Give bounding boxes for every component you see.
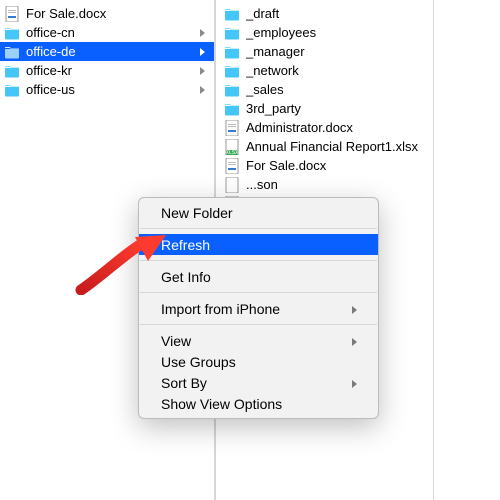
chevron-right-icon xyxy=(198,67,208,75)
docx-icon xyxy=(4,6,20,22)
menu-separator xyxy=(140,228,377,229)
menu-item-show-view-options[interactable]: Show View Options xyxy=(139,393,378,414)
list-item[interactable]: _network xyxy=(216,61,433,80)
item-label: _network xyxy=(246,63,427,78)
chevron-right-icon xyxy=(352,333,358,349)
item-label: office-us xyxy=(26,82,198,97)
menu-separator xyxy=(140,324,377,325)
item-label: 3rd_party xyxy=(246,101,427,116)
menu-label: Import from iPhone xyxy=(161,301,280,317)
item-label: Administrator.docx xyxy=(246,120,427,135)
menu-label: Get Info xyxy=(161,269,211,285)
menu-item-sort-by[interactable]: Sort By xyxy=(139,372,378,393)
folder-icon xyxy=(4,63,20,79)
docx-icon xyxy=(224,158,240,174)
svg-text:XLSX: XLSX xyxy=(226,150,239,155)
folder-icon xyxy=(4,44,20,60)
docx-icon xyxy=(224,120,240,136)
item-label: office-de xyxy=(26,44,198,59)
chevron-right-icon xyxy=(198,48,208,56)
folder-icon xyxy=(224,63,240,79)
list-item[interactable]: office-us xyxy=(0,80,214,99)
chevron-right-icon xyxy=(198,86,208,94)
file-icon xyxy=(224,177,240,193)
list-item[interactable]: For Sale.docx xyxy=(0,4,214,23)
menu-label: New Folder xyxy=(161,205,233,221)
item-label: office-kr xyxy=(26,63,198,78)
list-item[interactable]: _draft xyxy=(216,4,433,23)
xlsx-icon: XLSX xyxy=(224,139,240,155)
folder-icon xyxy=(224,44,240,60)
menu-item-refresh[interactable]: Refresh xyxy=(139,234,378,255)
chevron-right-icon xyxy=(198,29,208,37)
list-item-selected[interactable]: office-de xyxy=(0,42,214,61)
item-label: office-cn xyxy=(26,25,198,40)
list-item[interactable]: 3rd_party xyxy=(216,99,433,118)
item-label: _draft xyxy=(246,6,427,21)
menu-item-use-groups[interactable]: Use Groups xyxy=(139,351,378,372)
item-label: For Sale.docx xyxy=(246,158,427,173)
item-label: For Sale.docx xyxy=(26,6,208,21)
chevron-right-icon xyxy=(352,375,358,391)
folder-icon xyxy=(4,25,20,41)
list-item[interactable]: For Sale.docx xyxy=(216,156,433,175)
list-item[interactable]: XLSX Annual Financial Report1.xlsx xyxy=(216,137,433,156)
menu-label: Refresh xyxy=(161,237,210,253)
menu-item-new-folder[interactable]: New Folder xyxy=(139,202,378,223)
menu-label: Sort By xyxy=(161,375,207,391)
menu-label: Show View Options xyxy=(161,396,282,412)
item-label: _sales xyxy=(246,82,427,97)
context-menu: New Folder Refresh Get Info Import from … xyxy=(138,197,379,419)
menu-item-get-info[interactable]: Get Info xyxy=(139,266,378,287)
folder-icon xyxy=(224,6,240,22)
folder-icon xyxy=(4,82,20,98)
item-label: _manager xyxy=(246,44,427,59)
list-item[interactable]: office-cn xyxy=(0,23,214,42)
menu-item-view[interactable]: View xyxy=(139,330,378,351)
list-item[interactable]: _employees xyxy=(216,23,433,42)
folder-icon xyxy=(224,101,240,117)
menu-label: View xyxy=(161,333,191,349)
menu-item-import-iphone[interactable]: Import from iPhone xyxy=(139,298,378,319)
list-item[interactable]: _manager xyxy=(216,42,433,61)
menu-separator xyxy=(140,260,377,261)
list-item[interactable]: office-kr xyxy=(0,61,214,80)
refresh-icon xyxy=(144,238,158,252)
item-label: _employees xyxy=(246,25,427,40)
folder-icon xyxy=(224,82,240,98)
list-item[interactable]: _sales xyxy=(216,80,433,99)
list-item[interactable]: ...son xyxy=(216,175,433,194)
menu-separator xyxy=(140,292,377,293)
item-label: ...son xyxy=(246,177,427,192)
folder-icon xyxy=(224,25,240,41)
menu-label: Use Groups xyxy=(161,354,236,370)
chevron-right-icon xyxy=(352,301,358,317)
item-label: Annual Financial Report1.xlsx xyxy=(246,139,427,154)
list-item[interactable]: Administrator.docx xyxy=(216,118,433,137)
